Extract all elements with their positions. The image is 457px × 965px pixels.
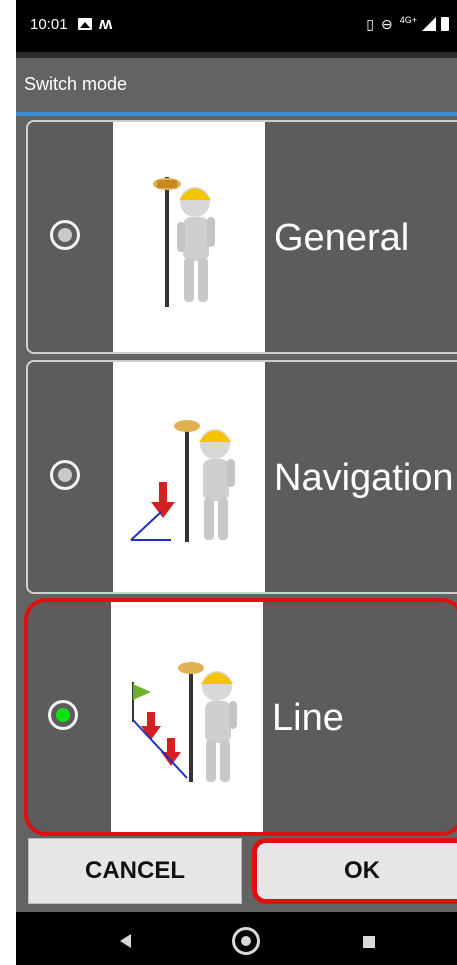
option-label-navigation: Navigation <box>274 457 454 499</box>
navigation-thumbnail <box>113 362 265 592</box>
back-icon[interactable] <box>120 934 131 948</box>
radio-line[interactable] <box>48 700 78 730</box>
radio-dot <box>58 468 72 482</box>
signal-icon <box>422 17 436 31</box>
status-time: 10:01 <box>30 16 68 33</box>
title-divider <box>16 112 457 116</box>
cancel-button[interactable]: CANCEL <box>28 838 242 904</box>
mode-option-line[interactable]: Line <box>24 598 457 836</box>
network-type: 4G+ <box>399 15 417 25</box>
radio-dot <box>58 228 72 242</box>
m-logo-icon: ʍ <box>99 14 113 33</box>
mode-option-general[interactable]: General <box>26 120 457 354</box>
vibrate-icon: ▯ <box>366 16 376 32</box>
radio-dot-selected <box>56 708 70 722</box>
general-thumbnail <box>113 122 265 352</box>
switch-mode-dialog: Switch mode General Navigation Line <box>16 58 457 912</box>
dnd-icon: ⊖ <box>381 16 395 32</box>
surveyor-figure-icon <box>153 177 215 307</box>
image-icon <box>78 18 92 30</box>
phone-screen: 10:01 ʍ ▯ ⊖ 4G+ Switch mode General Navi… <box>16 0 457 965</box>
recents-icon[interactable] <box>363 936 375 948</box>
mode-option-navigation[interactable]: Navigation <box>26 360 457 594</box>
battery-icon <box>441 17 449 31</box>
navigation-bar <box>16 918 457 965</box>
status-right-icons: ▯ ⊖ 4G+ <box>361 15 449 33</box>
option-label-line: Line <box>272 697 344 739</box>
surveyor-navigation-icon <box>130 420 235 542</box>
ok-button[interactable]: OK <box>252 838 457 904</box>
option-label-general: General <box>274 217 410 259</box>
radio-navigation[interactable] <box>50 460 80 490</box>
home-icon[interactable] <box>232 927 260 955</box>
status-bar: 10:01 ʍ ▯ ⊖ 4G+ <box>16 0 457 52</box>
surveyor-line-icon <box>132 662 237 782</box>
line-thumbnail <box>111 602 263 832</box>
radio-general[interactable] <box>50 220 80 250</box>
dialog-title: Switch mode <box>24 74 128 94</box>
